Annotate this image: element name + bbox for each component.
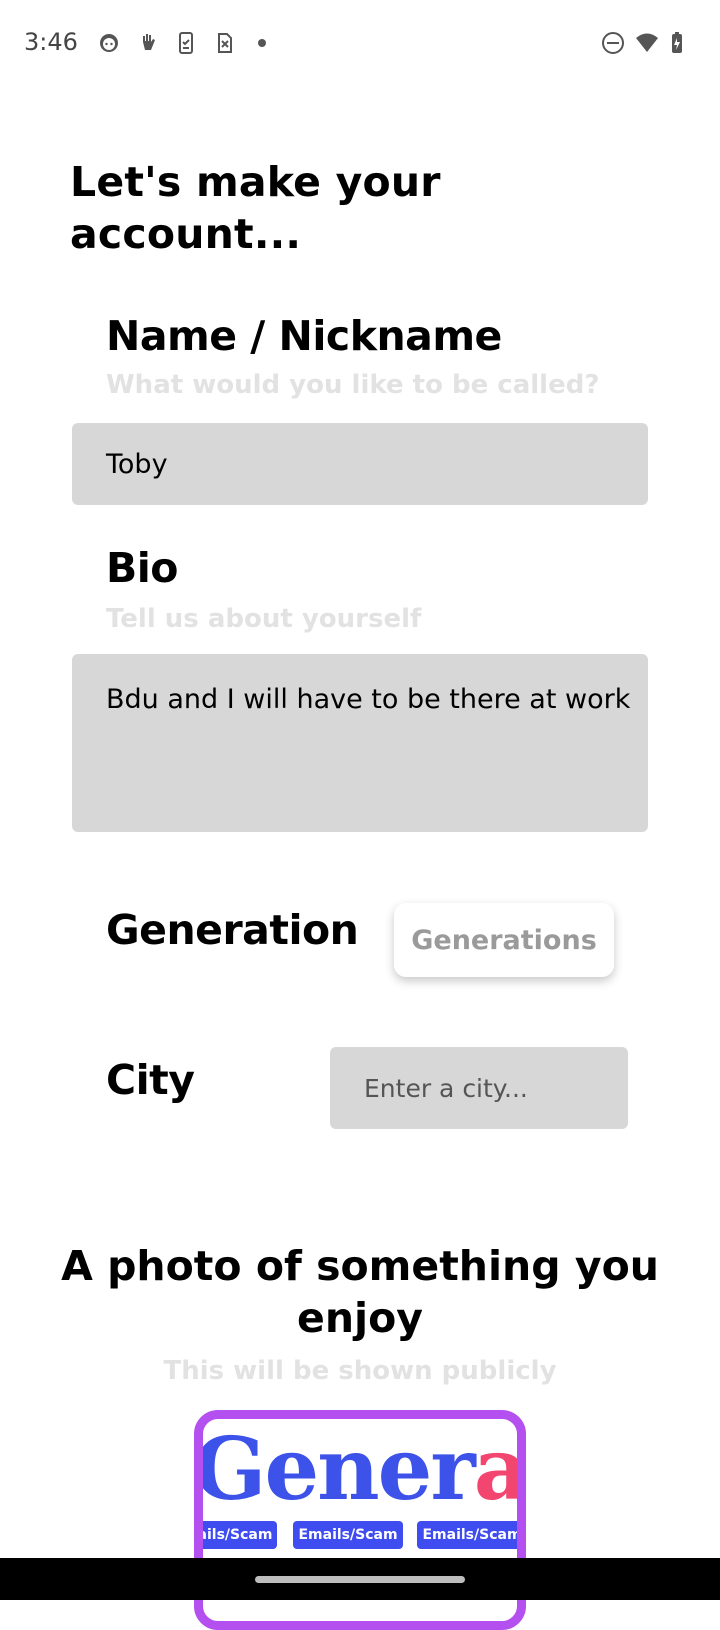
face-icon: [96, 30, 122, 56]
status-time: 3:46: [24, 28, 78, 56]
photo-section-hint: This will be shown publicly: [163, 1356, 557, 1386]
city-label: City: [106, 1056, 195, 1104]
city-input[interactable]: Enter a city...: [330, 1047, 628, 1129]
image-chip: Emails/Scam: [293, 1521, 403, 1549]
sim-icon: [211, 30, 237, 56]
bio-hint: Tell us about yourself: [106, 604, 422, 634]
phone-check-icon: [173, 30, 199, 56]
name-input-value: Toby: [106, 448, 168, 480]
name-label: Name / Nickname: [106, 312, 502, 360]
image-chip: Emails/Scam: [417, 1521, 517, 1549]
battery-icon: [664, 30, 690, 56]
generations-button[interactable]: Generations: [394, 903, 614, 977]
city-input-placeholder: Enter a city...: [364, 1073, 528, 1103]
bio-textarea-value: Bdu and I will have to be there at work: [106, 684, 631, 715]
image-chip: ails/Scam: [203, 1521, 277, 1549]
hand-icon: [135, 30, 161, 56]
bio-label: Bio: [106, 544, 178, 592]
generation-label: Generation: [106, 906, 359, 954]
photo-section-title: A photo of something you enjoy: [61, 1242, 659, 1342]
bio-textarea[interactable]: Bdu and I will have to be there at work: [72, 654, 648, 832]
page-title: Let's make your account...: [70, 158, 441, 258]
name-input[interactable]: Toby: [72, 423, 648, 505]
image-brand-text: Generaic: [194, 1419, 526, 1520]
name-hint: What would you like to be called?: [106, 370, 600, 400]
dnd-icon: [600, 30, 626, 56]
wifi-icon: [634, 30, 660, 56]
dot-icon: [249, 30, 275, 56]
home-handle[interactable]: [255, 1576, 465, 1583]
